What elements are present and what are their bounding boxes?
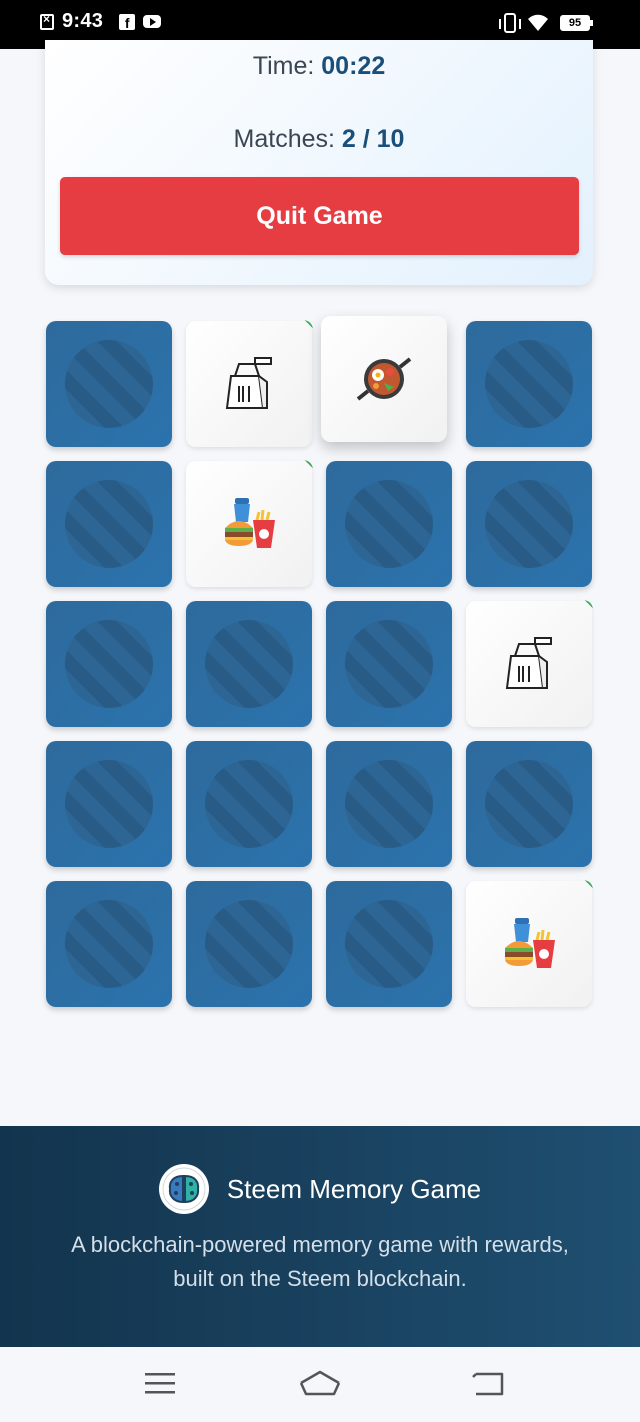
memory-card-matched[interactable]: [186, 460, 313, 587]
memory-card-hidden[interactable]: [46, 601, 172, 727]
menu-icon[interactable]: [140, 1369, 180, 1399]
card-back-pattern: [205, 620, 293, 708]
memory-card-hidden[interactable]: [186, 601, 312, 727]
matched-indicator: [584, 600, 593, 609]
matched-indicator: [584, 880, 593, 889]
card-back-pattern: [345, 900, 433, 988]
youtube-icon: [143, 15, 162, 28]
system-navigation-bar: [0, 1347, 640, 1422]
time-label: Time:: [252, 52, 322, 80]
card-back-pattern: [205, 760, 293, 848]
memory-card-hidden[interactable]: [466, 461, 592, 587]
card-back-pattern: [65, 900, 153, 988]
memory-card-matched[interactable]: [186, 320, 313, 447]
card-back-pattern: [485, 340, 573, 428]
back-icon[interactable]: [468, 1369, 508, 1399]
brain-logo-icon: [158, 1164, 209, 1214]
memory-card-hidden[interactable]: [466, 321, 592, 447]
card-back-pattern: [485, 760, 573, 848]
memory-card-hidden[interactable]: [46, 321, 172, 447]
facebook-icon: f: [119, 13, 136, 31]
card-back-pattern: [65, 340, 153, 428]
card-back-pattern: [65, 760, 153, 848]
card-back-pattern: [345, 760, 433, 848]
memory-card-hidden[interactable]: [326, 601, 452, 727]
footer-description: A blockchain-powered memory game with re…: [71, 1232, 569, 1291]
memory-card-matched[interactable]: [466, 600, 593, 727]
memory-card-hidden[interactable]: [46, 881, 172, 1007]
card-back-pattern: [345, 480, 433, 568]
footer-title: Steem Memory Game: [226, 1173, 482, 1204]
memory-card-hidden[interactable]: [466, 741, 592, 867]
game-stats-panel: Time: 00:22 Matches: 2 / 10 Quit Game: [45, 40, 593, 285]
memory-card-hidden[interactable]: [326, 461, 452, 587]
battery-icon: 95: [560, 15, 593, 31]
matches-label: Matches:: [233, 125, 342, 153]
vibrate-icon: [499, 13, 521, 33]
card-back-pattern: [65, 480, 153, 568]
card-back-pattern: [205, 900, 293, 988]
matched-indicator: [304, 320, 313, 329]
memory-card-matched[interactable]: [466, 880, 593, 1007]
memory-card-hidden[interactable]: [46, 461, 172, 587]
footer: Steem Memory Game A blockchain-powered m…: [0, 1126, 640, 1347]
memory-card-hidden[interactable]: [46, 741, 172, 867]
memory-card-hidden[interactable]: [186, 881, 312, 1007]
matched-indicator: [304, 460, 313, 469]
status-time: 9:43: [62, 10, 104, 32]
memory-card-hidden[interactable]: [326, 741, 452, 867]
memory-card-flipped[interactable]: [321, 316, 447, 442]
memory-card-hidden[interactable]: [326, 881, 452, 1007]
matches-stat: Matches: 2 / 10: [45, 125, 593, 154]
card-back-pattern: [485, 480, 573, 568]
time-value: 00:22: [321, 52, 386, 80]
quit-game-button[interactable]: Quit Game: [60, 177, 579, 255]
card-back-pattern: [65, 620, 153, 708]
notification-x-icon: [40, 12, 54, 30]
memory-card-hidden[interactable]: [186, 741, 312, 867]
card-back-pattern: [345, 620, 433, 708]
home-icon[interactable]: [298, 1369, 342, 1399]
matches-value: 2 / 10: [341, 125, 405, 153]
wifi-icon: [528, 14, 548, 32]
time-stat: Time: 00:22: [45, 52, 593, 81]
